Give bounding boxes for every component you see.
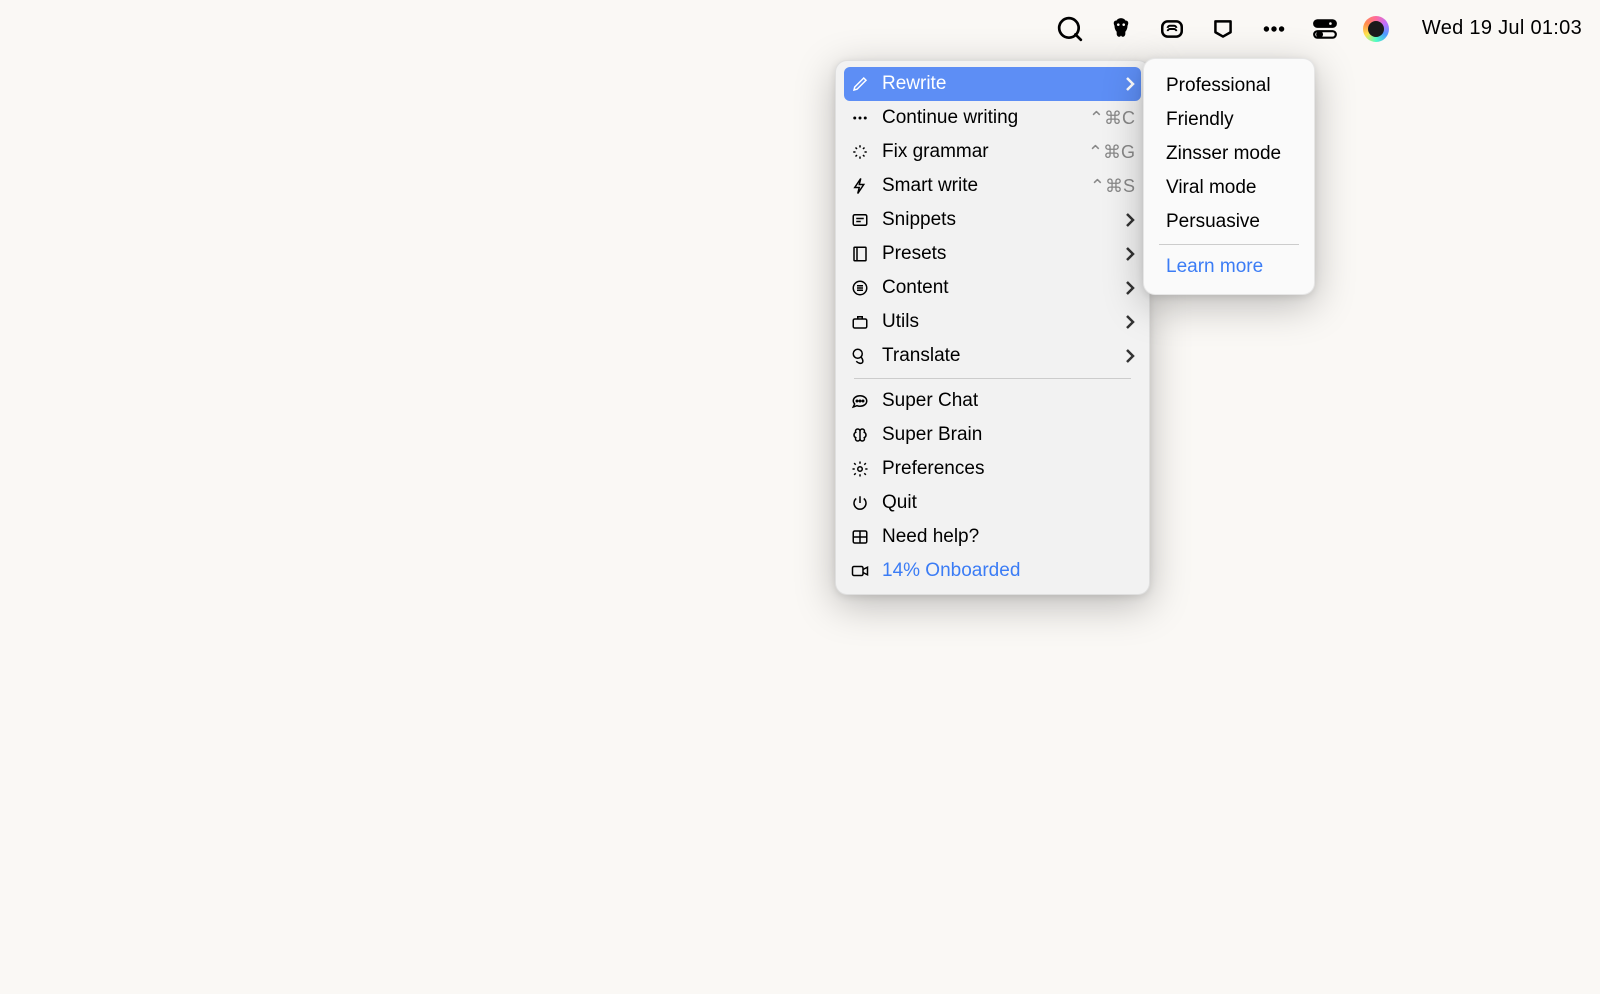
menu-label: Rewrite — [882, 73, 1119, 95]
menu-label: 14% Onboarded — [882, 560, 1135, 582]
qgis-icon[interactable] — [1057, 16, 1083, 42]
menu-label: Fix grammar — [882, 141, 1088, 163]
chevron-right-icon — [1119, 77, 1135, 91]
menubar: Wed 19 Jul 01:03 — [1057, 0, 1600, 57]
menu-item-smart-write[interactable]: Smart write ⌃⌘S — [836, 169, 1149, 203]
evernote-icon[interactable] — [1108, 16, 1134, 42]
menu-separator — [854, 378, 1131, 379]
text-icon — [850, 210, 870, 230]
menu-label: Smart write — [882, 175, 1090, 197]
brain-icon — [850, 425, 870, 445]
bolt-icon — [850, 176, 870, 196]
menu-label: Super Brain — [882, 424, 1135, 446]
menu-label: Preferences — [882, 458, 1135, 480]
gear-icon — [850, 459, 870, 479]
submenu-label: Professional — [1166, 75, 1271, 97]
power-icon — [850, 493, 870, 513]
menu-label: Need help? — [882, 526, 1135, 548]
pencil-icon — [850, 74, 870, 94]
shortcut: ⌃⌘C — [1089, 108, 1135, 129]
help-icon — [850, 527, 870, 547]
menu-label: Continue writing — [882, 107, 1089, 129]
menu-item-quit[interactable]: Quit — [836, 486, 1149, 520]
submenu-item-learn-more[interactable]: Learn more — [1144, 250, 1314, 284]
sparkle-icon — [850, 142, 870, 162]
submenu-separator — [1159, 244, 1299, 245]
menu-item-translate[interactable]: Translate — [836, 339, 1149, 373]
zoom-icon[interactable] — [1159, 16, 1185, 42]
menu-item-presets[interactable]: Presets — [836, 237, 1149, 271]
app-icon[interactable] — [1210, 16, 1236, 42]
submenu-label: Persuasive — [1166, 211, 1260, 233]
shortcut: ⌃⌘G — [1088, 142, 1135, 163]
menu-item-content[interactable]: Content — [836, 271, 1149, 305]
chevron-right-icon — [1119, 281, 1135, 295]
chevron-right-icon — [1119, 247, 1135, 261]
menu-label: Quit — [882, 492, 1135, 514]
submenu-item-persuasive[interactable]: Persuasive — [1144, 205, 1314, 239]
menu-item-super-brain[interactable]: Super Brain — [836, 418, 1149, 452]
submenu-item-friendly[interactable]: Friendly — [1144, 103, 1314, 137]
chat-icon — [850, 391, 870, 411]
submenu-label: Zinsser mode — [1166, 143, 1281, 165]
menu-label: Utils — [882, 311, 1119, 333]
globe-icon — [850, 346, 870, 366]
menu-label: Content — [882, 277, 1119, 299]
datetime[interactable]: Wed 19 Jul 01:03 — [1422, 17, 1582, 40]
menu-item-preferences[interactable]: Preferences — [836, 452, 1149, 486]
chevron-right-icon — [1119, 349, 1135, 363]
list-icon — [850, 278, 870, 298]
menu-item-continue-writing[interactable]: Continue writing ⌃⌘C — [836, 101, 1149, 135]
menu-item-fix-grammar[interactable]: Fix grammar ⌃⌘G — [836, 135, 1149, 169]
submenu-item-viral[interactable]: Viral mode — [1144, 171, 1314, 205]
chevron-right-icon — [1119, 315, 1135, 329]
menu-item-rewrite[interactable]: Rewrite — [844, 67, 1141, 101]
more-icon[interactable] — [1261, 16, 1287, 42]
menu-item-utils[interactable]: Utils — [836, 305, 1149, 339]
shortcut: ⌃⌘S — [1090, 176, 1135, 197]
submenu-label: Friendly — [1166, 109, 1234, 131]
menu-item-snippets[interactable]: Snippets — [836, 203, 1149, 237]
menu-item-need-help[interactable]: Need help? — [836, 520, 1149, 554]
submenu-label: Viral mode — [1166, 177, 1256, 199]
menu-label: Snippets — [882, 209, 1119, 231]
video-icon — [850, 561, 870, 581]
menu-label: Super Chat — [882, 390, 1135, 412]
main-menu: Rewrite Continue writing ⌃⌘C Fix grammar… — [835, 60, 1150, 595]
dots-icon — [850, 108, 870, 128]
briefcase-icon — [850, 312, 870, 332]
submenu-rewrite: Professional Friendly Zinsser mode Viral… — [1143, 58, 1315, 295]
submenu-label: Learn more — [1166, 256, 1263, 278]
menu-label: Presets — [882, 243, 1119, 265]
menu-item-super-chat[interactable]: Super Chat — [836, 384, 1149, 418]
menu-label: Translate — [882, 345, 1119, 367]
submenu-item-zinsser[interactable]: Zinsser mode — [1144, 137, 1314, 171]
control-center-icon[interactable] — [1312, 16, 1338, 42]
submenu-item-professional[interactable]: Professional — [1144, 69, 1314, 103]
book-icon — [850, 244, 870, 264]
siri-icon[interactable] — [1363, 16, 1389, 42]
chevron-right-icon — [1119, 213, 1135, 227]
menu-item-onboarded[interactable]: 14% Onboarded — [836, 554, 1149, 588]
